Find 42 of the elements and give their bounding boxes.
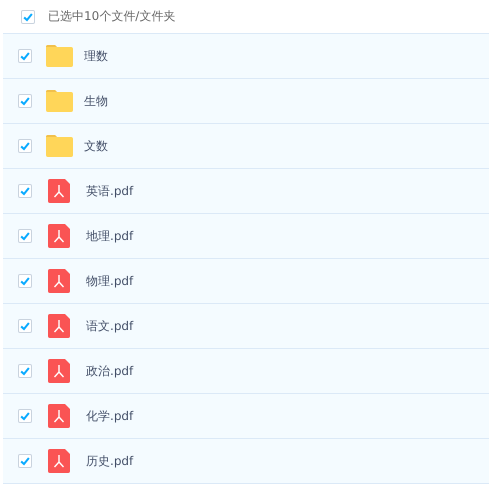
selection-count: 已选中10个文件/文件夹: [48, 8, 176, 25]
checkbox[interactable]: [18, 49, 32, 63]
checkbox[interactable]: [18, 454, 32, 468]
file-row[interactable]: 文数: [3, 124, 489, 169]
file-name[interactable]: 文数: [84, 138, 108, 154]
file-name[interactable]: 英语.pdf: [86, 182, 134, 200]
select-all-checkbox[interactable]: [21, 10, 35, 24]
file-name[interactable]: 语文.pdf: [86, 318, 134, 334]
checkbox[interactable]: [18, 319, 32, 333]
file-name[interactable]: 历史.pdf: [86, 452, 134, 470]
file-name[interactable]: 地理.pdf: [86, 228, 134, 244]
file-row[interactable]: 物理.pdf: [3, 259, 489, 304]
folder-icon: [46, 45, 73, 67]
file-name[interactable]: 政治.pdf: [86, 362, 134, 380]
file-row[interactable]: 语文.pdf: [3, 304, 489, 349]
checkbox[interactable]: [18, 364, 32, 378]
folder-icon: [46, 90, 73, 112]
file-name[interactable]: 生物: [84, 92, 108, 110]
pdf-icon: [48, 224, 70, 248]
pdf-icon: [48, 359, 70, 383]
pdf-icon: [48, 269, 70, 293]
checkbox[interactable]: [18, 184, 32, 198]
file-name[interactable]: 化学.pdf: [86, 408, 134, 424]
checkbox[interactable]: [18, 274, 32, 288]
pdf-icon: [48, 449, 70, 473]
file-row[interactable]: 政治.pdf: [3, 349, 489, 394]
file-row[interactable]: 理数: [3, 34, 489, 79]
checkbox[interactable]: [18, 409, 32, 423]
checkbox[interactable]: [18, 139, 32, 153]
pdf-icon: [48, 314, 70, 338]
folder-icon: [46, 135, 73, 157]
pdf-icon: [48, 404, 70, 428]
pdf-icon: [48, 179, 70, 203]
file-row[interactable]: 化学.pdf: [3, 394, 489, 439]
file-row[interactable]: 英语.pdf: [3, 169, 489, 214]
file-name[interactable]: 物理.pdf: [86, 272, 134, 290]
file-row[interactable]: 地理.pdf: [3, 214, 489, 259]
file-name[interactable]: 理数: [84, 48, 108, 64]
checkbox[interactable]: [18, 229, 32, 243]
file-row[interactable]: 生物: [3, 79, 489, 124]
checkbox[interactable]: [18, 94, 32, 108]
file-row[interactable]: 历史.pdf: [3, 439, 489, 484]
